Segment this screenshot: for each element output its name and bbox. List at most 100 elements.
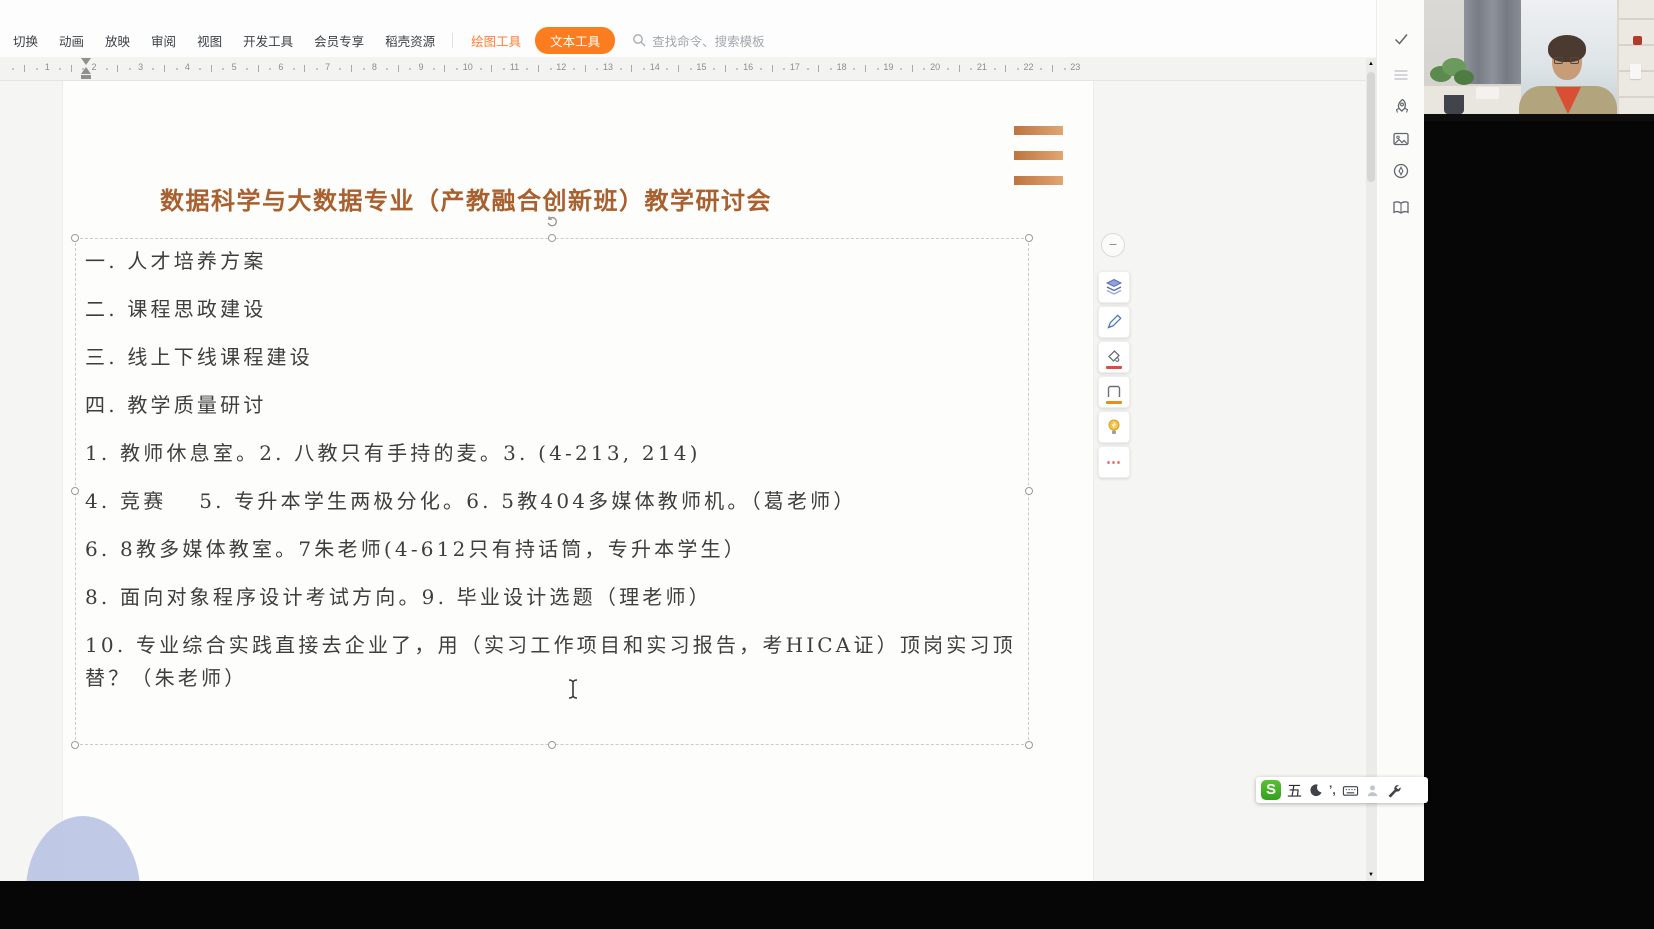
search-box[interactable]: 查找命令、搜索模板 — [632, 31, 765, 50]
handle-bottom-middle[interactable] — [548, 741, 556, 749]
rotate-handle-icon[interactable] — [546, 215, 559, 228]
scrollbar-thumb[interactable] — [1367, 72, 1375, 182]
ruler-tick — [853, 68, 856, 70]
ruler-tick — [164, 65, 166, 72]
panel-list-button[interactable] — [1390, 64, 1412, 86]
ruler-tick — [199, 68, 202, 70]
ruler-number: 4 — [184, 62, 190, 72]
punctuation-icon[interactable]: ’, — [1329, 783, 1336, 797]
selected-text-box[interactable]: 一. 人才培养方案 二. 课程思政建设 三. 线上下线课程建设 四. 教学质量研讨 1.… — [75, 238, 1029, 745]
body-paragraph[interactable]: 6. 8教多媒体教室。7朱老师(4-612只有持话筒，专升本学生） — [85, 533, 1020, 566]
first-line-indent-icon[interactable] — [80, 58, 91, 65]
idea-button[interactable] — [1098, 411, 1130, 443]
ruler-number: 17 — [789, 62, 800, 72]
text-tools-tab[interactable]: 文本工具 — [535, 26, 616, 54]
body-paragraph[interactable]: 二. 课程思政建设 — [85, 293, 1020, 326]
presenter-video[interactable] — [1424, 0, 1654, 121]
more-tools-button[interactable]: ⋯ — [1098, 446, 1130, 478]
menu-tab[interactable]: 开发工具 — [237, 31, 299, 50]
presenter-glasses — [1570, 57, 1579, 64]
keyboard-icon[interactable] — [1342, 783, 1359, 798]
indent-marker[interactable] — [80, 58, 91, 79]
handle-top-right[interactable] — [1025, 234, 1033, 242]
input-method-bar[interactable]: S 五 ’, — [1256, 777, 1428, 803]
ruler-tick — [1040, 68, 1043, 70]
ruler-tick — [304, 65, 306, 72]
settings-wrench-icon[interactable] — [1386, 783, 1401, 798]
ruler-tick — [12, 68, 15, 70]
ruler-tick — [1005, 65, 1007, 72]
body-paragraph[interactable]: 三. 线上下线课程建设 — [85, 341, 1020, 374]
reading-book-button[interactable] — [1390, 196, 1412, 218]
body-paragraph[interactable]: 4. 竞赛 5. 专升本学生两极分化。6. 5教404多媒体教师机。（葛老师） — [85, 485, 1020, 518]
menu-tab[interactable]: 稻壳资源 — [379, 31, 441, 50]
ruler-tick — [584, 65, 586, 72]
ruler-tick — [631, 65, 633, 72]
format-painter-icon — [1108, 350, 1120, 362]
ruler-number: 21 — [976, 62, 987, 72]
menu-tab[interactable]: 切换 — [7, 31, 44, 50]
body-paragraph[interactable]: 四. 教学质量研讨 — [85, 389, 1020, 422]
handle-bottom-left[interactable] — [71, 741, 79, 749]
ruler-number: 3 — [138, 62, 144, 72]
presenter-glasses — [1554, 57, 1563, 64]
format-painter-button[interactable] — [1098, 341, 1130, 373]
handle-top-middle[interactable] — [548, 234, 556, 242]
sogou-logo[interactable]: S — [1261, 780, 1281, 800]
handle-middle-left[interactable] — [71, 487, 79, 495]
ruler-tick — [175, 68, 178, 70]
pen-button[interactable] — [1098, 306, 1130, 338]
menu-tab[interactable]: 动画 — [53, 31, 90, 50]
vertical-scrollbar[interactable]: ▲ ▼ — [1366, 58, 1376, 881]
menu-tab[interactable]: 审阅 — [145, 31, 182, 50]
right-panel-tabs — [1376, 0, 1424, 881]
image-edit-button[interactable] — [1390, 128, 1412, 150]
scroll-up-icon[interactable]: ▲ — [1366, 61, 1376, 67]
handle-middle-right[interactable] — [1025, 487, 1033, 495]
ruler-tick — [549, 68, 552, 70]
ruler-number: 13 — [602, 62, 613, 72]
handle-top-left[interactable] — [71, 234, 79, 242]
menu-tab[interactable]: 放映 — [99, 31, 136, 50]
ruler-tick — [269, 68, 272, 70]
drawing-tools-tab[interactable]: 绘图工具 — [461, 31, 531, 50]
slide-canvas[interactable]: 数据科学与大数据专业（产教融合创新班）教学研讨会 一. 人才培养方案 二. 课程思… — [0, 81, 1366, 881]
menu-tab[interactable]: 会员专享 — [308, 31, 370, 50]
tasks-check-button[interactable] — [1390, 28, 1412, 50]
ruler-number: 15 — [696, 62, 707, 72]
account-icon[interactable] — [1365, 783, 1380, 798]
hanging-indent-icon[interactable] — [80, 67, 91, 74]
slide-title[interactable]: 数据科学与大数据专业（产教融合创新班）教学研讨会 — [160, 181, 772, 216]
beautify-rocket-button[interactable] — [1390, 96, 1412, 118]
video-shelf — [1617, 0, 1654, 114]
handle-bottom-right[interactable] — [1025, 741, 1033, 749]
image-edit-icon — [1393, 132, 1409, 146]
search-placeholder: 查找命令、搜索模板 — [652, 34, 765, 49]
ruler-tick — [806, 68, 809, 70]
collapse-toolbar-button[interactable]: − — [1101, 233, 1125, 257]
ruler-tick — [117, 65, 119, 72]
ruler-tick — [315, 68, 318, 70]
night-mode-icon[interactable] — [1308, 783, 1323, 798]
ruler-tick — [526, 68, 529, 70]
scroll-down-icon[interactable]: ▼ — [1366, 872, 1376, 878]
menu-tab[interactable]: 视图 — [191, 31, 228, 50]
ruler-tick — [502, 68, 505, 70]
menu-tabs: 切换 动画 放映 审阅 视图 开发工具 会员专享 稻壳资源 — [7, 31, 450, 50]
compass-button[interactable] — [1390, 160, 1412, 182]
left-indent-icon[interactable] — [80, 75, 91, 79]
layers-button[interactable] — [1098, 271, 1130, 303]
ruler-tick — [572, 68, 575, 70]
ruler-number: 22 — [1023, 62, 1034, 72]
ime-mode-wubi[interactable]: 五 — [1287, 780, 1302, 801]
body-paragraph[interactable]: 1. 教师休息室。2. 八教只有手持的麦。3. (4-213, 214) — [85, 437, 1020, 470]
body-paragraph[interactable]: 8. 面向对象程序设计考试方向。9. 毕业设计选题（理老师） — [85, 581, 1020, 614]
ruler-number: 6 — [278, 62, 284, 72]
ruler-tick — [70, 65, 72, 72]
ruler-tick — [23, 65, 25, 72]
ruler-tick — [292, 68, 295, 70]
frame-button[interactable] — [1098, 376, 1130, 408]
body-paragraph[interactable]: 10. 专业综合实践直接去企业了，用（实习工作项目和实习报告，考HICA证）顶岗… — [85, 629, 1020, 695]
body-paragraph[interactable]: 一. 人才培养方案 — [85, 245, 1020, 278]
ruler-tick — [58, 68, 61, 70]
